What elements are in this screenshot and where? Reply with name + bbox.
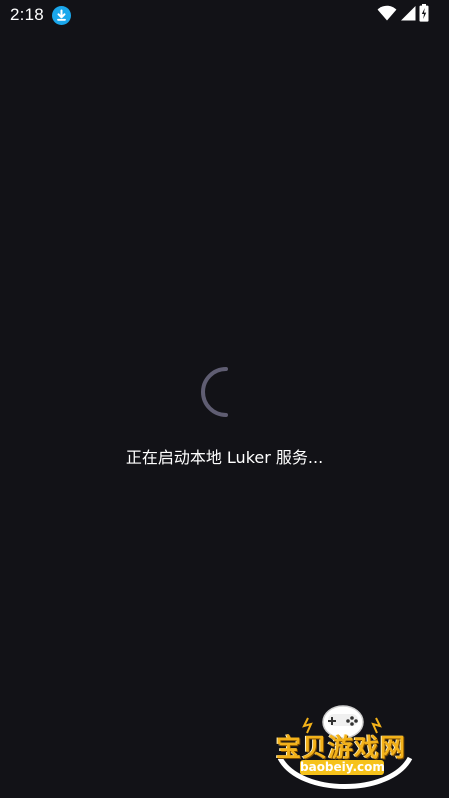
watermark-logo: 宝贝游戏网 baobeiy.com <box>268 700 428 796</box>
loading-spinner <box>199 366 251 418</box>
watermark-brand: 宝贝游戏网 <box>276 733 407 762</box>
battery-charging-icon <box>419 3 429 27</box>
signal-icon <box>400 5 416 26</box>
loading-message: 正在启动本地 Luker 服务... <box>125 448 324 467</box>
download-icon <box>52 6 71 25</box>
watermark-url: baobeiy.com <box>300 760 385 775</box>
status-bar: 2:18 <box>0 0 449 30</box>
status-icons <box>377 3 429 27</box>
app-screen: 2:18 正在启动本地 Luker 服务... 宝贝游戏网 baobeiy.co… <box>0 0 449 798</box>
wifi-icon <box>377 5 397 26</box>
status-time: 2:18 <box>10 5 44 24</box>
